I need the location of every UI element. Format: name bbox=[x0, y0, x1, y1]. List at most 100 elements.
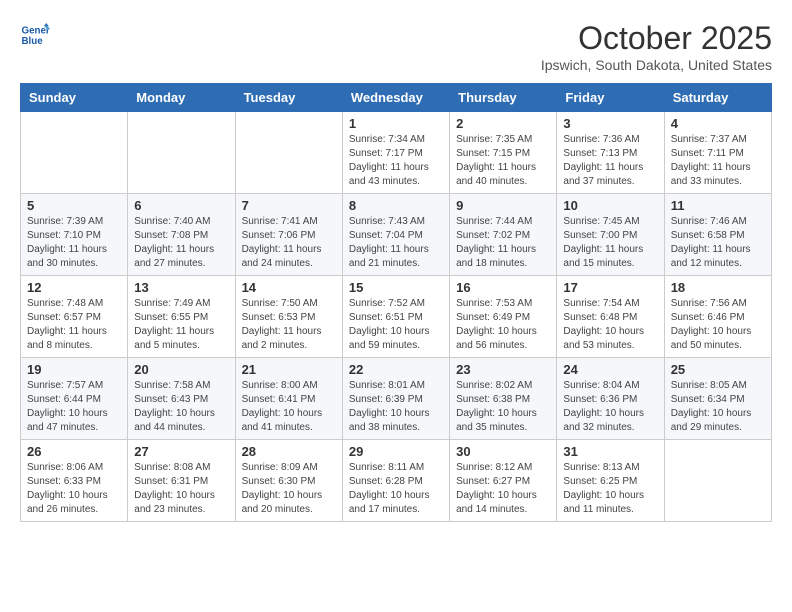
weekday-header-tuesday: Tuesday bbox=[235, 84, 342, 112]
header: General Blue October 2025 Ipswich, South… bbox=[20, 20, 772, 73]
day-number: 6 bbox=[134, 198, 228, 213]
calendar-cell: 1Sunrise: 7:34 AM Sunset: 7:17 PM Daylig… bbox=[342, 112, 449, 194]
day-info: Sunrise: 8:11 AM Sunset: 6:28 PM Dayligh… bbox=[349, 461, 443, 517]
calendar-cell: 27Sunrise: 8:08 AM Sunset: 6:31 PM Dayli… bbox=[128, 440, 235, 522]
day-number: 3 bbox=[563, 116, 657, 131]
day-number: 23 bbox=[456, 362, 550, 377]
month-title: October 2025 bbox=[541, 20, 772, 57]
calendar-cell: 22 Sunrise: 8:01 AM Sunset: 6:39 PM Dayli… bbox=[342, 358, 449, 440]
calendar-cell bbox=[664, 440, 771, 522]
day-number: 15 bbox=[349, 280, 443, 295]
calendar-cell: 13Sunrise: 7:49 AM Sunset: 6:55 PM Dayli… bbox=[128, 276, 235, 358]
calendar-cell: 21 Sunrise: 8:00 AM Sunset: 6:41 PM Dayli… bbox=[235, 358, 342, 440]
week-row-1: 5 Sunrise: 7:39 AM Sunset: 7:10 PM Daylig… bbox=[21, 194, 772, 276]
day-info: Sunrise: 8:05 AM Sunset: 6:34 PM Dayligh… bbox=[671, 379, 765, 435]
day-number: 9 bbox=[456, 198, 550, 213]
calendar-cell: 16 Sunrise: 7:53 AM Sunset: 6:49 PM Dayli… bbox=[450, 276, 557, 358]
logo: General Blue bbox=[20, 20, 50, 50]
calendar-cell: 30 Sunrise: 8:12 AM Sunset: 6:27 PM Dayli… bbox=[450, 440, 557, 522]
location-title: Ipswich, South Dakota, United States bbox=[541, 57, 772, 73]
weekday-header-row: SundayMondayTuesdayWednesdayThursdayFrid… bbox=[21, 84, 772, 112]
day-info: Sunrise: 7:44 AM Sunset: 7:02 PM Dayligh… bbox=[456, 215, 550, 271]
logo-icon: General Blue bbox=[20, 20, 50, 50]
calendar-cell: 24Sunrise: 8:04 AM Sunset: 6:36 PM Dayli… bbox=[557, 358, 664, 440]
weekday-header-sunday: Sunday bbox=[21, 84, 128, 112]
title-area: October 2025 Ipswich, South Dakota, Unit… bbox=[541, 20, 772, 73]
week-row-4: 26Sunrise: 8:06 AM Sunset: 6:33 PM Dayli… bbox=[21, 440, 772, 522]
weekday-header-monday: Monday bbox=[128, 84, 235, 112]
day-number: 28 bbox=[242, 444, 336, 459]
calendar-cell: 19 Sunrise: 7:57 AM Sunset: 6:44 PM Dayli… bbox=[21, 358, 128, 440]
calendar-cell: 12 Sunrise: 7:48 AM Sunset: 6:57 PM Dayli… bbox=[21, 276, 128, 358]
day-number: 17 bbox=[563, 280, 657, 295]
day-info: Sunrise: 7:49 AM Sunset: 6:55 PM Dayligh… bbox=[134, 297, 228, 353]
day-info: Sunrise: 7:39 AM Sunset: 7:10 PM Dayligh… bbox=[27, 215, 121, 271]
day-number: 14 bbox=[242, 280, 336, 295]
calendar-cell: 2 Sunrise: 7:35 AM Sunset: 7:15 PM Daylig… bbox=[450, 112, 557, 194]
day-number: 11 bbox=[671, 198, 765, 213]
calendar-cell: 29 Sunrise: 8:11 AM Sunset: 6:28 PM Dayli… bbox=[342, 440, 449, 522]
day-number: 29 bbox=[349, 444, 443, 459]
day-info: Sunrise: 7:54 AM Sunset: 6:48 PM Dayligh… bbox=[563, 297, 657, 353]
day-number: 19 bbox=[27, 362, 121, 377]
day-info: Sunrise: 8:13 AM Sunset: 6:25 PM Dayligh… bbox=[563, 461, 657, 517]
day-number: 31 bbox=[563, 444, 657, 459]
day-info: Sunrise: 8:02 AM Sunset: 6:38 PM Dayligh… bbox=[456, 379, 550, 435]
day-info: Sunrise: 8:09 AM Sunset: 6:30 PM Dayligh… bbox=[242, 461, 336, 517]
day-number: 2 bbox=[456, 116, 550, 131]
day-info: Sunrise: 8:01 AM Sunset: 6:39 PM Dayligh… bbox=[349, 379, 443, 435]
day-info: Sunrise: 7:41 AM Sunset: 7:06 PM Dayligh… bbox=[242, 215, 336, 271]
day-info: Sunrise: 7:46 AM Sunset: 6:58 PM Dayligh… bbox=[671, 215, 765, 271]
week-row-2: 12 Sunrise: 7:48 AM Sunset: 6:57 PM Dayli… bbox=[21, 276, 772, 358]
day-number: 30 bbox=[456, 444, 550, 459]
calendar-cell bbox=[235, 112, 342, 194]
day-number: 27 bbox=[134, 444, 228, 459]
day-info: Sunrise: 7:35 AM Sunset: 7:15 PM Dayligh… bbox=[456, 133, 550, 189]
day-info: Sunrise: 8:00 AM Sunset: 6:41 PM Dayligh… bbox=[242, 379, 336, 435]
week-row-0: 1Sunrise: 7:34 AM Sunset: 7:17 PM Daylig… bbox=[21, 112, 772, 194]
calendar-cell: 9 Sunrise: 7:44 AM Sunset: 7:02 PM Daylig… bbox=[450, 194, 557, 276]
day-number: 20 bbox=[134, 362, 228, 377]
day-number: 5 bbox=[27, 198, 121, 213]
calendar-cell bbox=[128, 112, 235, 194]
day-number: 1 bbox=[349, 116, 443, 131]
day-info: Sunrise: 7:45 AM Sunset: 7:00 PM Dayligh… bbox=[563, 215, 657, 271]
calendar-cell: 6 Sunrise: 7:40 AM Sunset: 7:08 PM Daylig… bbox=[128, 194, 235, 276]
day-number: 25 bbox=[671, 362, 765, 377]
day-number: 8 bbox=[349, 198, 443, 213]
day-info: Sunrise: 7:57 AM Sunset: 6:44 PM Dayligh… bbox=[27, 379, 121, 435]
day-number: 10 bbox=[563, 198, 657, 213]
day-number: 22 bbox=[349, 362, 443, 377]
day-info: Sunrise: 7:48 AM Sunset: 6:57 PM Dayligh… bbox=[27, 297, 121, 353]
weekday-header-wednesday: Wednesday bbox=[342, 84, 449, 112]
calendar-cell: 15 Sunrise: 7:52 AM Sunset: 6:51 PM Dayli… bbox=[342, 276, 449, 358]
day-number: 18 bbox=[671, 280, 765, 295]
week-row-3: 19 Sunrise: 7:57 AM Sunset: 6:44 PM Dayli… bbox=[21, 358, 772, 440]
day-info: Sunrise: 7:52 AM Sunset: 6:51 PM Dayligh… bbox=[349, 297, 443, 353]
day-info: Sunrise: 8:12 AM Sunset: 6:27 PM Dayligh… bbox=[456, 461, 550, 517]
day-info: Sunrise: 7:43 AM Sunset: 7:04 PM Dayligh… bbox=[349, 215, 443, 271]
day-info: Sunrise: 7:40 AM Sunset: 7:08 PM Dayligh… bbox=[134, 215, 228, 271]
day-number: 12 bbox=[27, 280, 121, 295]
day-info: Sunrise: 7:56 AM Sunset: 6:46 PM Dayligh… bbox=[671, 297, 765, 353]
calendar-cell: 4 Sunrise: 7:37 AM Sunset: 7:11 PM Daylig… bbox=[664, 112, 771, 194]
calendar-cell: 5 Sunrise: 7:39 AM Sunset: 7:10 PM Daylig… bbox=[21, 194, 128, 276]
calendar-cell bbox=[21, 112, 128, 194]
calendar-cell: 11 Sunrise: 7:46 AM Sunset: 6:58 PM Dayli… bbox=[664, 194, 771, 276]
day-number: 4 bbox=[671, 116, 765, 131]
calendar-cell: 10 Sunrise: 7:45 AM Sunset: 7:00 PM Dayli… bbox=[557, 194, 664, 276]
calendar-cell: 31 Sunrise: 8:13 AM Sunset: 6:25 PM Dayli… bbox=[557, 440, 664, 522]
weekday-header-friday: Friday bbox=[557, 84, 664, 112]
day-number: 16 bbox=[456, 280, 550, 295]
calendar-cell: 18 Sunrise: 7:56 AM Sunset: 6:46 PM Dayli… bbox=[664, 276, 771, 358]
calendar-cell: 17 Sunrise: 7:54 AM Sunset: 6:48 PM Dayli… bbox=[557, 276, 664, 358]
day-info: Sunrise: 7:53 AM Sunset: 6:49 PM Dayligh… bbox=[456, 297, 550, 353]
day-info: Sunrise: 7:50 AM Sunset: 6:53 PM Dayligh… bbox=[242, 297, 336, 353]
calendar: SundayMondayTuesdayWednesdayThursdayFrid… bbox=[20, 83, 772, 522]
day-info: Sunrise: 7:37 AM Sunset: 7:11 PM Dayligh… bbox=[671, 133, 765, 189]
day-number: 21 bbox=[242, 362, 336, 377]
calendar-cell: 8 Sunrise: 7:43 AM Sunset: 7:04 PM Daylig… bbox=[342, 194, 449, 276]
day-number: 7 bbox=[242, 198, 336, 213]
calendar-cell: 23 Sunrise: 8:02 AM Sunset: 6:38 PM Dayli… bbox=[450, 358, 557, 440]
day-info: Sunrise: 8:04 AM Sunset: 6:36 PM Dayligh… bbox=[563, 379, 657, 435]
